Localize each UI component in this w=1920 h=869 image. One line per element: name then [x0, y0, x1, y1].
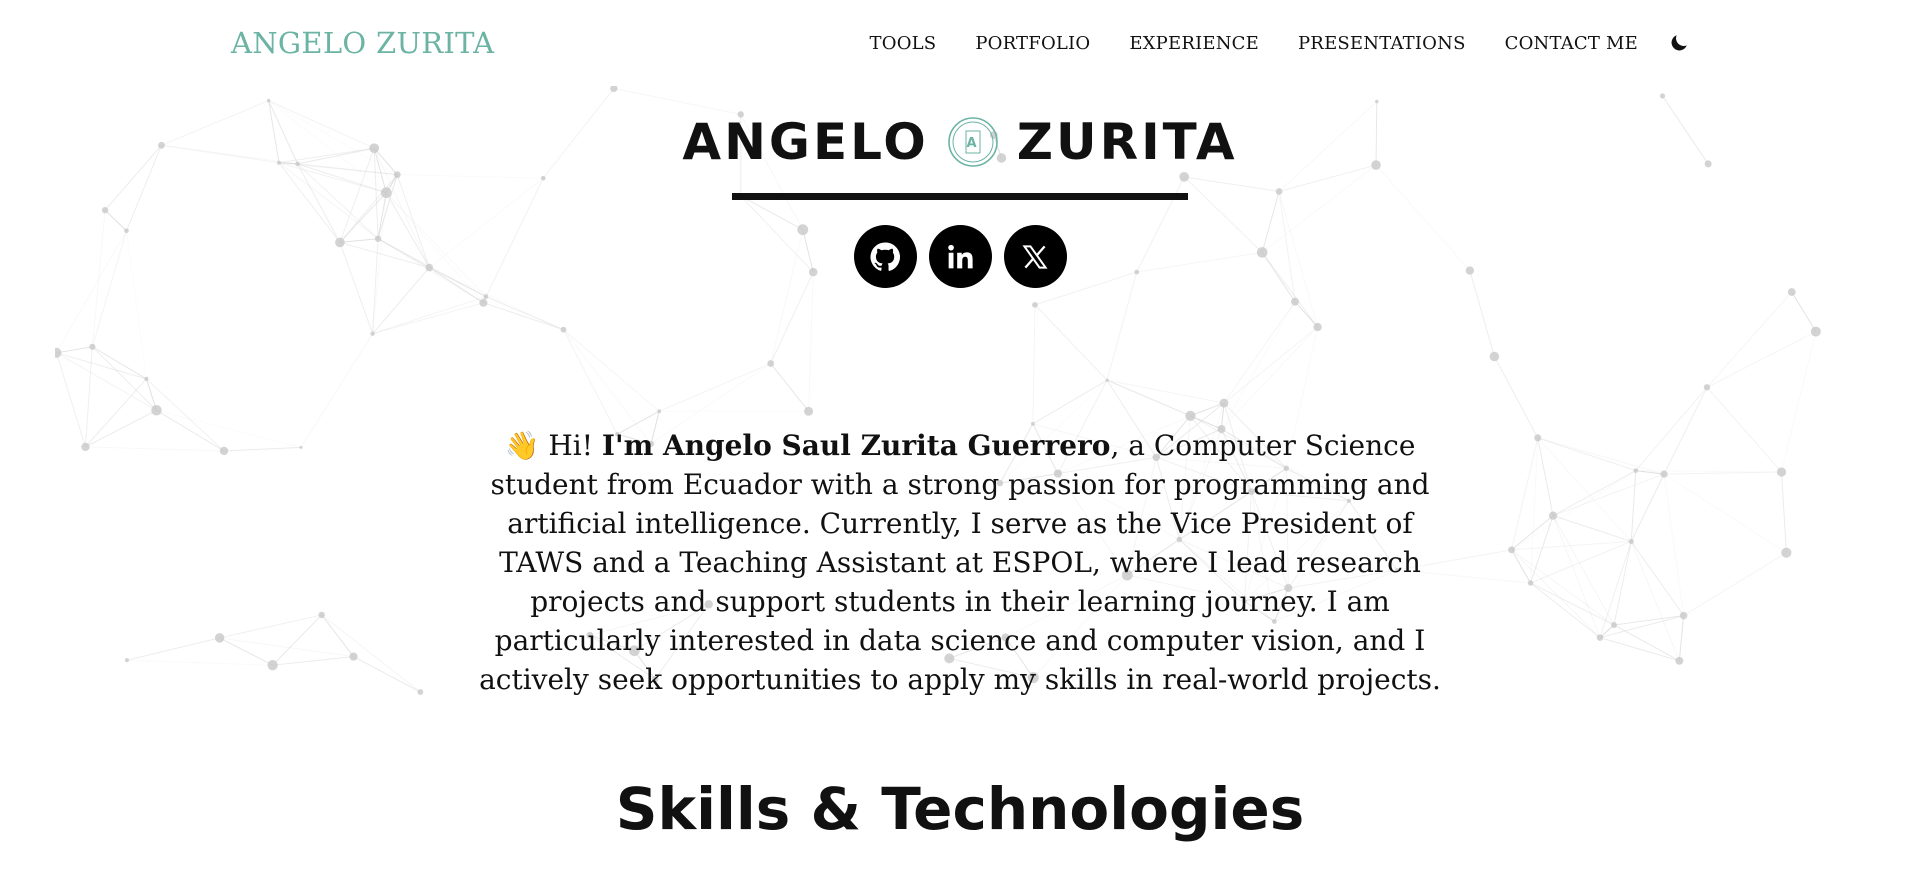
x-twitter-link[interactable]: [1003, 225, 1067, 288]
hero-title: ANGELO A ZURITA: [0, 113, 1920, 171]
logo-icon: A: [947, 117, 998, 167]
hero-section: ANGELO A ZURITA 👋 Hi! I'm Angelo Saul Zu…: [0, 0, 1920, 869]
bio-name: I'm Angelo Saul Zurita Guerrero: [601, 429, 1111, 462]
navbar: ANGELO ZURITA TOOLS PORTFOLIO EXPERIENCE…: [0, 0, 1920, 86]
linkedin-icon: [948, 244, 973, 268]
hero-title-last: ZURITA: [1016, 113, 1238, 171]
nav-link-presentations[interactable]: PRESENTATIONS: [1298, 33, 1466, 54]
x-twitter-icon: [1022, 244, 1048, 269]
page: ANGELO ZURITA TOOLS PORTFOLIO EXPERIENCE…: [0, 0, 1920, 869]
bio-greeting: Hi!: [539, 429, 602, 462]
skills-heading: Skills & Technologies: [615, 775, 1305, 843]
nav-link-portfolio[interactable]: PORTFOLIO: [975, 33, 1090, 54]
github-link[interactable]: [853, 225, 917, 288]
nav-link-tools[interactable]: TOOLS: [870, 33, 937, 54]
bio-text: , a Computer Science student from Ecuado…: [479, 429, 1441, 696]
logo-letter: A: [966, 136, 979, 151]
hero-title-first: ANGELO: [682, 113, 929, 171]
bio-paragraph: 👋 Hi! I'm Angelo Saul Zurita Guerrero, a…: [470, 426, 1450, 696]
nav-link-experience[interactable]: EXPERIENCE: [1129, 33, 1259, 54]
moon-icon[interactable]: [1668, 32, 1690, 54]
nav-links: TOOLS PORTFOLIO EXPERIENCE PRESENTATIONS…: [870, 33, 1638, 54]
title-underline: [732, 193, 1188, 200]
github-icon: [870, 242, 901, 271]
nav-link-contact-me[interactable]: CONTACT ME: [1505, 33, 1638, 54]
linkedin-link[interactable]: [928, 225, 992, 288]
brand-logo-link[interactable]: ANGELO ZURITA: [231, 26, 494, 60]
wave-emoji: 👋: [504, 429, 540, 462]
social-links: [0, 225, 1920, 288]
